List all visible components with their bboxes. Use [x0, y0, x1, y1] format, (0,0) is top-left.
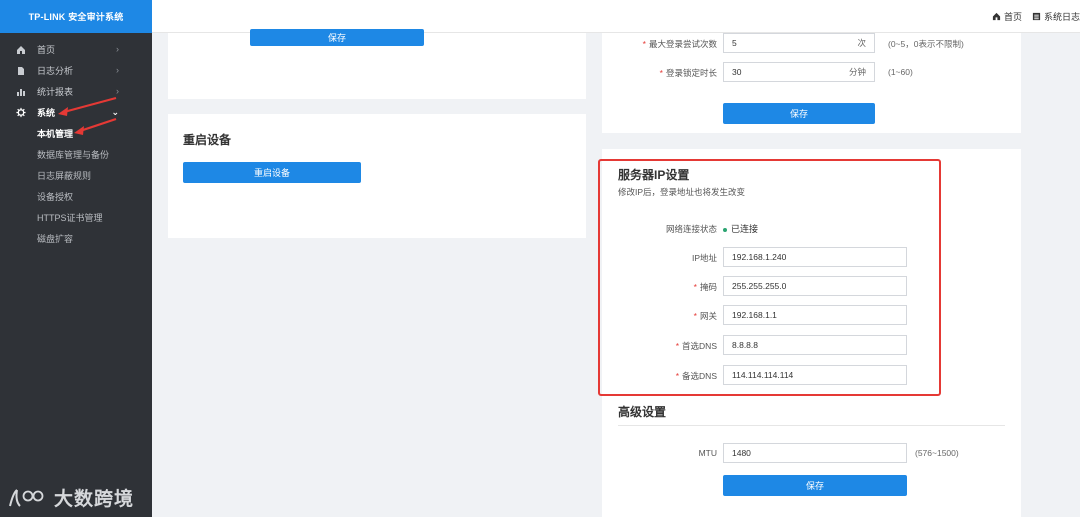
network-status-value: 已连接 — [723, 222, 758, 235]
gateway-input[interactable]: 192.168.1.1 — [723, 305, 907, 325]
top-link-home-label: 首页 — [1003, 12, 1022, 22]
advanced-settings-title: 高级设置 — [618, 405, 667, 419]
login-security-card: * 最大登录尝试次数 5 次 (0~5，0表示不限制) * 登录锁定时长 30 分钟… — [602, 33, 1021, 133]
ip-address-input[interactable]: 192.168.1.240 — [723, 247, 907, 267]
max-attempts-label: * 最大登录尝试次数 — [642, 39, 717, 49]
sidebar-item-https-cert[interactable]: HTTPS证书管理 — [0, 207, 152, 228]
primary-dns-label: * 首选DNS — [675, 341, 717, 351]
subnet-mask-label: * 掩码 — [693, 282, 717, 292]
home-icon — [992, 12, 1001, 21]
lock-duration-input[interactable]: 30 分钟 — [723, 62, 875, 82]
app-root: TP-LINK 安全审计系统 首页 › 日志分析 › 统计报表 › 系统 ⌄ 本… — [0, 0, 1080, 517]
brand-mark-icon — [9, 488, 44, 507]
sidebar-item-device-license[interactable]: 设备授权 — [0, 186, 152, 207]
secondary-dns-input[interactable]: 114.114.114.114 — [723, 365, 907, 385]
sidebar-item-log-filter-rules[interactable]: 日志屏蔽规则 — [0, 165, 152, 186]
top-links: 首页 系统日志 — [982, 10, 1080, 23]
top-link-home[interactable]: 首页 — [992, 10, 1022, 23]
top-link-syslog-label: 系统日志 — [1043, 12, 1080, 22]
gateway-label: * 网关 — [693, 311, 717, 321]
ip-card-subtitle: 修改IP后，登录地址也将发生改变 — [618, 187, 746, 197]
lock-duration-label: * 登录锁定时长 — [659, 68, 717, 78]
ip-card-title: 服务器IP设置 — [618, 168, 690, 182]
watermark-logo: 大数跨境 — [8, 484, 134, 511]
lock-duration-hint: (1~60) — [888, 67, 913, 77]
restart-card: 重启设备 重启设备 — [168, 114, 586, 238]
top-link-syslog[interactable]: 系统日志 — [1032, 10, 1080, 23]
max-attempts-input[interactable]: 5 次 — [723, 33, 875, 53]
server-ip-card: 服务器IP设置 修改IP后，登录地址也将发生改变 网络连接状态 已连接 IP地址… — [602, 149, 1021, 517]
mtu-label: MTU — [698, 448, 717, 458]
subnet-mask-input[interactable]: 255.255.255.0 — [723, 276, 907, 296]
restart-device-button[interactable]: 重启设备 — [183, 162, 361, 183]
save-button[interactable]: 保存 — [250, 29, 424, 46]
sidebar: TP-LINK 安全审计系统 首页 › 日志分析 › 统计报表 › 系统 ⌄ 本… — [0, 0, 152, 517]
login-save-button[interactable]: 保存 — [723, 103, 875, 124]
sidebar-item-disk-expansion[interactable]: 磁盘扩容 — [0, 228, 152, 249]
mtu-input[interactable]: 1480 — [723, 443, 907, 463]
secondary-dns-label: * 备选DNS — [675, 371, 717, 381]
annotation-arrows — [58, 96, 117, 135]
watermark-text: 大数跨境 — [54, 489, 135, 510]
status-dot — [723, 227, 727, 232]
ip-address-label: IP地址 — [691, 253, 717, 263]
mtu-hint: (576~1500) — [915, 448, 959, 458]
max-attempts-hint: (0~5，0表示不限制) — [888, 39, 964, 49]
list-icon — [1032, 12, 1041, 21]
advanced-divider — [618, 425, 1005, 426]
network-status-label: 网络连接状态 — [665, 224, 717, 234]
advanced-save-button[interactable]: 保存 — [723, 475, 907, 496]
left-top-card: 保存 — [168, 29, 586, 99]
restart-card-title: 重启设备 — [183, 133, 232, 147]
primary-dns-input[interactable]: 8.8.8.8 — [723, 335, 907, 355]
